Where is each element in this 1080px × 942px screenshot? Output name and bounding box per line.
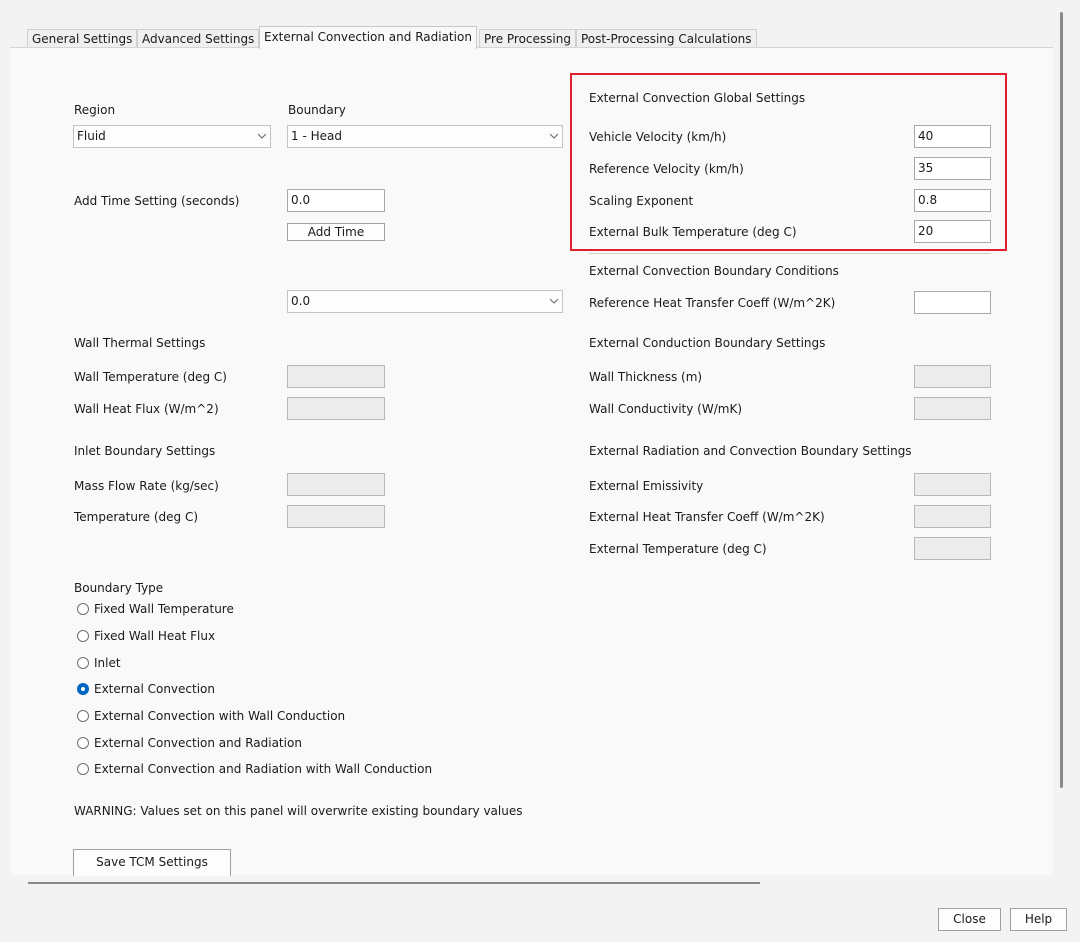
save-tcm-settings-button[interactable]: Save TCM Settings xyxy=(73,849,231,876)
chevron-down-icon xyxy=(550,298,558,304)
section-divider xyxy=(589,253,991,254)
radio-label: External Convection xyxy=(94,682,215,696)
radio-label: External Convection and Radiation with W… xyxy=(94,762,433,776)
inlet-heading: Inlet Boundary Settings xyxy=(74,444,216,458)
tab-post-processing-calculations[interactable]: Post-Processing Calculations xyxy=(576,29,757,49)
reference-htc-label: Reference Heat Transfer Coeff (W/m^2K) xyxy=(589,296,836,310)
time-setting-input[interactable]: 0.0 xyxy=(287,189,385,212)
add-time-button[interactable]: Add Time xyxy=(287,223,385,241)
reference-htc-input[interactable] xyxy=(914,291,991,314)
warning-text: WARNING: Values set on this panel will o… xyxy=(74,804,523,818)
tab-general-settings[interactable]: General Settings xyxy=(27,29,138,49)
radio-button[interactable] xyxy=(77,657,89,669)
tab-external-convection-radiation[interactable]: External Convection and Radiation xyxy=(259,26,477,49)
time-dropdown[interactable]: 0.0 xyxy=(287,290,563,313)
reference-velocity-input[interactable]: 35 xyxy=(914,157,991,180)
radio-button[interactable] xyxy=(77,630,89,642)
vertical-scrollbar[interactable] xyxy=(1060,12,1063,788)
wall-heat-flux-field[interactable] xyxy=(287,397,385,420)
horizontal-scrollbar[interactable] xyxy=(28,882,760,884)
radio-label: Fixed Wall Temperature xyxy=(94,602,234,616)
wall-temperature-field[interactable] xyxy=(287,365,385,388)
wall-heat-flux-label: Wall Heat Flux (W/m^2) xyxy=(74,402,219,416)
radio-button[interactable] xyxy=(77,737,89,749)
scaling-exponent-label: Scaling Exponent xyxy=(589,194,694,208)
tab-pre-processing[interactable]: Pre Processing xyxy=(479,29,576,49)
external-htc-field[interactable] xyxy=(914,505,991,528)
wall-temperature-label: Wall Temperature (deg C) xyxy=(74,370,227,384)
mass-flow-rate-label: Mass Flow Rate (kg/sec) xyxy=(74,479,219,493)
chevron-down-icon xyxy=(258,133,266,139)
time-dropdown-value: 0.0 xyxy=(291,294,311,308)
inlet-temperature-field[interactable] xyxy=(287,505,385,528)
external-emissivity-field[interactable] xyxy=(914,473,991,496)
region-dropdown[interactable]: Fluid xyxy=(73,125,271,148)
vehicle-velocity-label: Vehicle Velocity (km/h) xyxy=(589,130,727,144)
radio-button-selected[interactable] xyxy=(77,683,89,695)
close-button[interactable]: Close xyxy=(938,908,1001,931)
radio-label: External Convection and Radiation xyxy=(94,736,302,750)
scaling-exponent-input[interactable]: 0.8 xyxy=(914,189,991,212)
external-htc-label: External Heat Transfer Coeff (W/m^2K) xyxy=(589,510,825,524)
boundary-label: Boundary xyxy=(288,103,346,117)
region-value: Fluid xyxy=(77,129,106,143)
bulk-temperature-label: External Bulk Temperature (deg C) xyxy=(589,225,797,239)
conduction-heading: External Conduction Boundary Settings xyxy=(589,336,826,350)
wall-thickness-label: Wall Thickness (m) xyxy=(589,370,703,384)
radio-button[interactable] xyxy=(77,763,89,775)
radio-label: External Convection with Wall Conduction xyxy=(94,709,346,723)
convection-bc-heading: External Convection Boundary Conditions xyxy=(589,264,839,278)
wall-thickness-field[interactable] xyxy=(914,365,991,388)
radio-label: Fixed Wall Heat Flux xyxy=(94,629,216,643)
bulk-temperature-input[interactable]: 20 xyxy=(914,220,991,243)
wall-conductivity-label: Wall Conductivity (W/mK) xyxy=(589,402,743,416)
region-label: Region xyxy=(74,103,116,117)
external-emissivity-label: External Emissivity xyxy=(589,479,704,493)
external-temperature-field[interactable] xyxy=(914,537,991,560)
wall-thermal-heading: Wall Thermal Settings xyxy=(74,336,206,350)
radio-label: Inlet xyxy=(94,656,121,670)
help-button[interactable]: Help xyxy=(1010,908,1067,931)
vehicle-velocity-input[interactable]: 40 xyxy=(914,125,991,148)
chevron-down-icon xyxy=(550,133,558,139)
boundary-dropdown[interactable]: 1 - Head xyxy=(287,125,563,148)
global-settings-heading: External Convection Global Settings xyxy=(589,91,806,105)
add-time-label: Add Time Setting (seconds) xyxy=(74,194,240,208)
radio-button[interactable] xyxy=(77,710,89,722)
tab-advanced-settings[interactable]: Advanced Settings xyxy=(137,29,260,49)
radiation-heading: External Radiation and Convection Bounda… xyxy=(589,444,912,458)
external-temperature-label: External Temperature (deg C) xyxy=(589,542,767,556)
radio-button[interactable] xyxy=(77,603,89,615)
wall-conductivity-field[interactable] xyxy=(914,397,991,420)
inlet-temperature-label: Temperature (deg C) xyxy=(74,510,199,524)
boundary-type-heading: Boundary Type xyxy=(74,581,164,595)
reference-velocity-label: Reference Velocity (km/h) xyxy=(589,162,744,176)
mass-flow-rate-field[interactable] xyxy=(287,473,385,496)
boundary-value: 1 - Head xyxy=(291,129,342,143)
